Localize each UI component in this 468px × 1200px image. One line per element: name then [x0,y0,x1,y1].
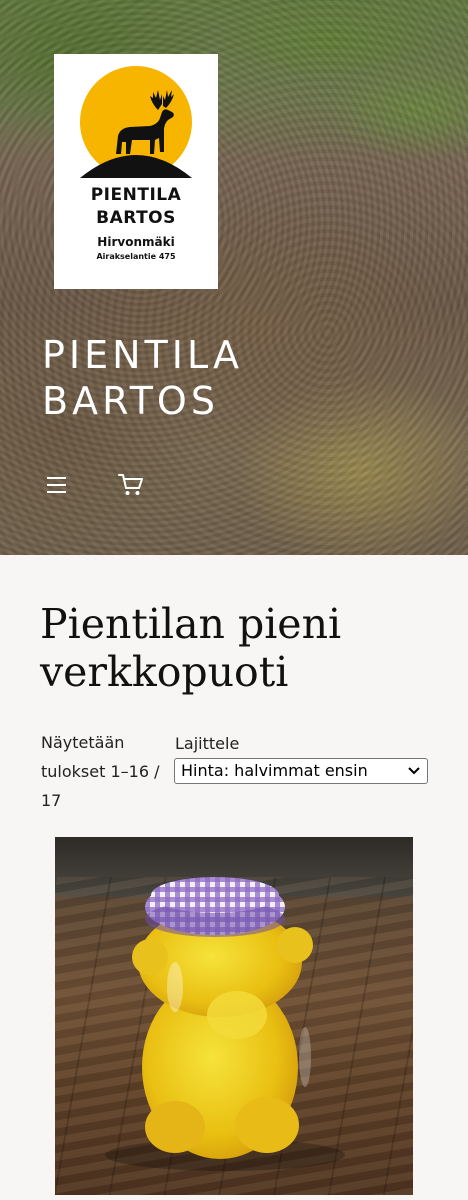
sort-selected-value: Hinta: halvimmat ensin [181,761,368,780]
result-count: Näytetään tulokset 1–16 / 17 [41,733,160,810]
hamburger-menu-icon [47,477,66,493]
site-logo[interactable]: PIENTILA BARTOS Hirvonmäki Airakselantie… [54,54,218,289]
page-title: Pientilan pieni verkkopuoti [40,600,342,696]
logo-text-line4: Airakselantie 475 [96,252,176,261]
site-title[interactable]: PIENTILA BARTOS [42,332,422,424]
sort-label: Lajittele [175,734,240,753]
logo-text-line3: Hirvonmäki [97,235,175,249]
honey-bear-jar-image [105,877,345,1171]
menu-button[interactable] [44,472,72,498]
product-image[interactable] [55,837,413,1195]
logo-text-line2: BARTOS [96,208,176,228]
shopping-cart-icon [118,474,143,495]
site-header: PIENTILA BARTOS Hirvonmäki Airakselantie… [0,0,468,555]
chevron-down-icon [408,767,420,775]
logo-text-line1: PIENTILA [90,185,182,205]
cart-button[interactable] [116,470,146,500]
sort-select[interactable]: Hinta: halvimmat ensin [174,758,428,784]
